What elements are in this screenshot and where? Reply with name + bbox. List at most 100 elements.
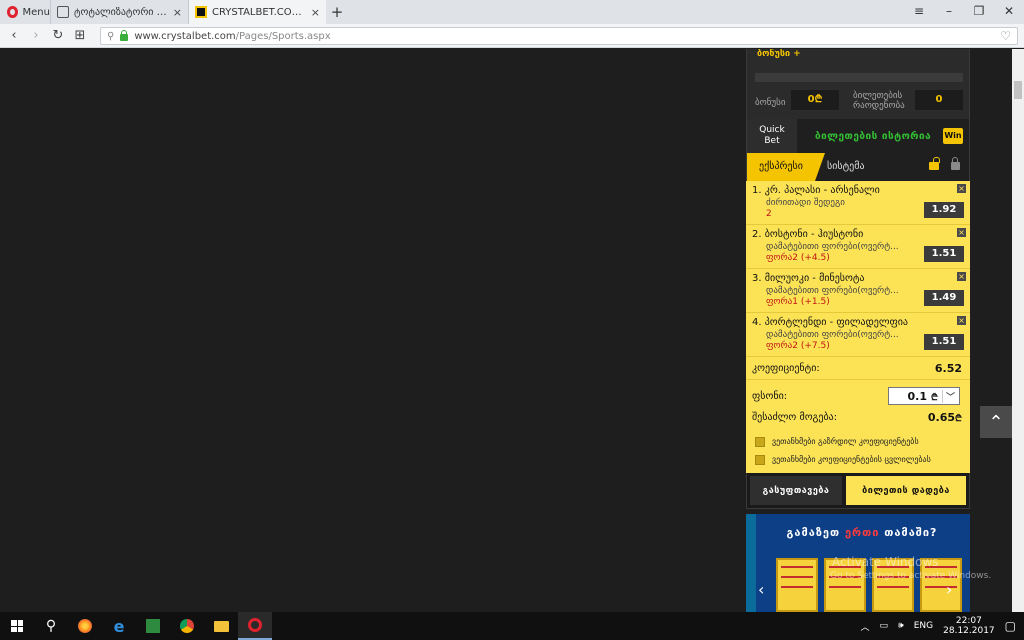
tab-system[interactable]: სისტემა xyxy=(827,153,865,181)
tab-express[interactable]: ექსპრესი xyxy=(747,153,825,181)
browser-tab-crystalbet[interactable]: CRYSTALBET.COM - თნლაინ... × xyxy=(188,0,326,24)
bet-selection: ფორა1 (+1.5) xyxy=(766,297,830,307)
accept-changes-checkbox-row[interactable]: ვეთანხმები კოეფიციენტების ცვლილებას xyxy=(746,451,970,469)
address-bar-row: ‹ › ↻ ⊞ ⚲ www.crystalbet.com/Pages/Sport… xyxy=(0,24,1024,48)
total-coef-row: კოეფიციენტი: 6.52 xyxy=(746,357,970,379)
close-tab-icon[interactable]: × xyxy=(173,6,182,19)
betslip-actions: გასუფთავება ბილეთის დადება xyxy=(746,473,970,509)
bonus-label: ბონუსი xyxy=(755,98,786,108)
taskbar-opera[interactable] xyxy=(238,612,272,640)
accept-higher-checkbox[interactable] xyxy=(755,437,765,447)
chrome-icon xyxy=(180,619,194,633)
accept-higher-checkbox-row[interactable]: ვეთანხმები გაზრდილ კოეფიციენტებს xyxy=(746,433,970,451)
close-tab-icon[interactable]: × xyxy=(311,6,320,19)
remove-bet-icon[interactable]: × xyxy=(957,316,966,325)
vertical-scrollbar[interactable] xyxy=(1012,49,1024,612)
win-label: შესაძლო მოგება: xyxy=(752,412,838,423)
scrollbar-thumb[interactable] xyxy=(1014,81,1022,99)
activate-windows-title: Activate Windows xyxy=(832,555,939,569)
banner-prev-icon[interactable]: ‹ xyxy=(758,580,764,599)
taskbar-edge[interactable]: e xyxy=(102,612,136,640)
taskbar-chrome[interactable] xyxy=(170,612,204,640)
crystalbet-favicon-icon xyxy=(195,6,207,18)
bet-selection: ფორა2 (+7.5) xyxy=(766,341,830,351)
bet-item: 4. პორტლენდი - ფილადელფია დამატებითი ფორ… xyxy=(746,313,970,357)
bet-market: დამატებითი ფორები(ოვერტ... xyxy=(766,242,899,252)
forward-icon[interactable]: › xyxy=(28,28,44,43)
stake-select[interactable]: 0.1 ₾ ﹀ xyxy=(888,387,960,405)
opera-logo-icon xyxy=(7,6,18,18)
minimize-icon[interactable]: – xyxy=(934,0,964,24)
windows-taskbar: ⚲ e ︿ ▭ 🕪 ENG 22:07 28.12.2017 ▢ xyxy=(0,612,1024,640)
remove-bet-icon[interactable]: × xyxy=(957,272,966,281)
search-icon: ⚲ xyxy=(45,618,57,634)
clock[interactable]: 22:07 28.12.2017 xyxy=(943,616,995,636)
remove-bet-icon[interactable]: × xyxy=(957,228,966,237)
bonus-link[interactable]: ბონუსი + xyxy=(757,49,801,59)
lock-icon[interactable] xyxy=(951,157,960,170)
back-icon[interactable]: ‹ xyxy=(6,28,22,43)
window-controls: ≡ – ❐ ✕ xyxy=(904,0,1024,24)
ticket-history-tab[interactable]: ბილეთების ისტორია xyxy=(797,131,943,142)
scroll-to-top-button[interactable]: ⌃ xyxy=(980,406,1012,438)
bet-odd: 1.92 xyxy=(924,202,964,218)
remove-bet-icon[interactable]: × xyxy=(957,184,966,193)
taskbar-explorer[interactable] xyxy=(204,612,238,640)
bet-market: ძირითადი შედეგი xyxy=(766,198,845,208)
betslip-body: 1. კრ. პალასი - არსენალი ძირითადი შედეგი… xyxy=(746,181,970,473)
stake-value: 0.1 xyxy=(907,389,928,403)
language-indicator[interactable]: ENG xyxy=(914,621,933,631)
opera-menu-button[interactable]: Menu xyxy=(0,0,50,24)
url-path: /Pages/Sports.aspx xyxy=(235,30,331,42)
taskbar-firefox[interactable] xyxy=(68,612,102,640)
bet-item: 2. ბოსტონი - ჰიუსტონი დამატებითი ფორები(… xyxy=(746,225,970,269)
firefox-icon xyxy=(78,619,92,633)
win-badge[interactable]: Win xyxy=(943,128,963,144)
app-icon xyxy=(146,619,160,633)
bet-selection: ფორა2 (+4.5) xyxy=(766,253,830,263)
page-favicon-icon xyxy=(57,6,69,18)
tickets-value: 0 xyxy=(915,90,963,110)
search-button[interactable]: ⚲ xyxy=(34,612,68,640)
url-domain: www.crystalbet.com xyxy=(134,30,236,42)
reload-icon[interactable]: ↻ xyxy=(50,28,66,43)
bet-match: 3. მილუოკი - მინესოტა xyxy=(752,273,865,284)
speed-dial-icon[interactable]: ⊞ xyxy=(72,28,88,43)
stake-label: ფსონი: xyxy=(752,391,788,402)
url-field[interactable]: ⚲ www.crystalbet.com/Pages/Sports.aspx ♡ xyxy=(100,27,1018,45)
close-window-icon[interactable]: ✕ xyxy=(994,0,1024,24)
search-icon: ⚲ xyxy=(107,30,115,42)
secure-lock-icon[interactable] xyxy=(120,30,129,41)
bet-item: 3. მილუოკი - მინესოტა დამატებითი ფორები(… xyxy=(746,269,970,313)
bet-odd: 1.49 xyxy=(924,290,964,306)
banner-headline: გამაზეთ ერთი თამაში? xyxy=(786,526,938,539)
accept-changes-checkbox[interactable] xyxy=(755,455,765,465)
taskbar-app[interactable] xyxy=(136,612,170,640)
bet-odd: 1.51 xyxy=(924,246,964,262)
tab-menu-icon[interactable]: ≡ xyxy=(904,0,934,24)
banner-next-icon[interactable]: › xyxy=(946,580,952,599)
unlock-icon[interactable] xyxy=(929,157,940,170)
browser-tab-totalizator[interactable]: ტოტალიზატორი -> თბ... × xyxy=(50,0,188,24)
activate-windows-hint: Go to Settings to activate Windows. xyxy=(830,571,992,581)
chevron-down-icon: ﹀ xyxy=(941,389,955,403)
tray-chevron-icon[interactable]: ︿ xyxy=(861,620,870,633)
new-tab-button[interactable]: + xyxy=(326,3,348,21)
network-icon[interactable]: ▭ xyxy=(880,621,889,631)
bonus-value: 0 xyxy=(807,94,815,105)
restore-icon[interactable]: ❐ xyxy=(964,0,994,24)
bet-odd: 1.51 xyxy=(924,334,964,350)
volume-icon[interactable]: 🕪 xyxy=(898,621,904,631)
place-bet-button[interactable]: ბილეთის დადება xyxy=(846,476,966,505)
notifications-icon[interactable]: ▢ xyxy=(1005,619,1016,633)
bookmark-heart-icon[interactable]: ♡ xyxy=(1000,29,1011,43)
start-button[interactable] xyxy=(0,612,34,640)
quick-bet-tab[interactable]: Quick Bet xyxy=(747,119,797,153)
browser-tab-strip: Menu ტოტალიზატორი -> თბ... × CRYSTALBET.… xyxy=(0,0,1024,24)
stake-row: ფსონი: 0.1 ₾ ﹀ xyxy=(746,387,970,409)
betslip-panel: ბონუსი + ბონუსი 0₾ ბილეთების რაოდენობა 0 … xyxy=(746,49,970,509)
possible-win-row: შესაძლო მოგება: 0.65₾ xyxy=(746,409,970,429)
divider xyxy=(746,379,970,387)
windows-logo-icon xyxy=(11,620,23,632)
clear-button[interactable]: გასუფთავება xyxy=(750,476,842,505)
